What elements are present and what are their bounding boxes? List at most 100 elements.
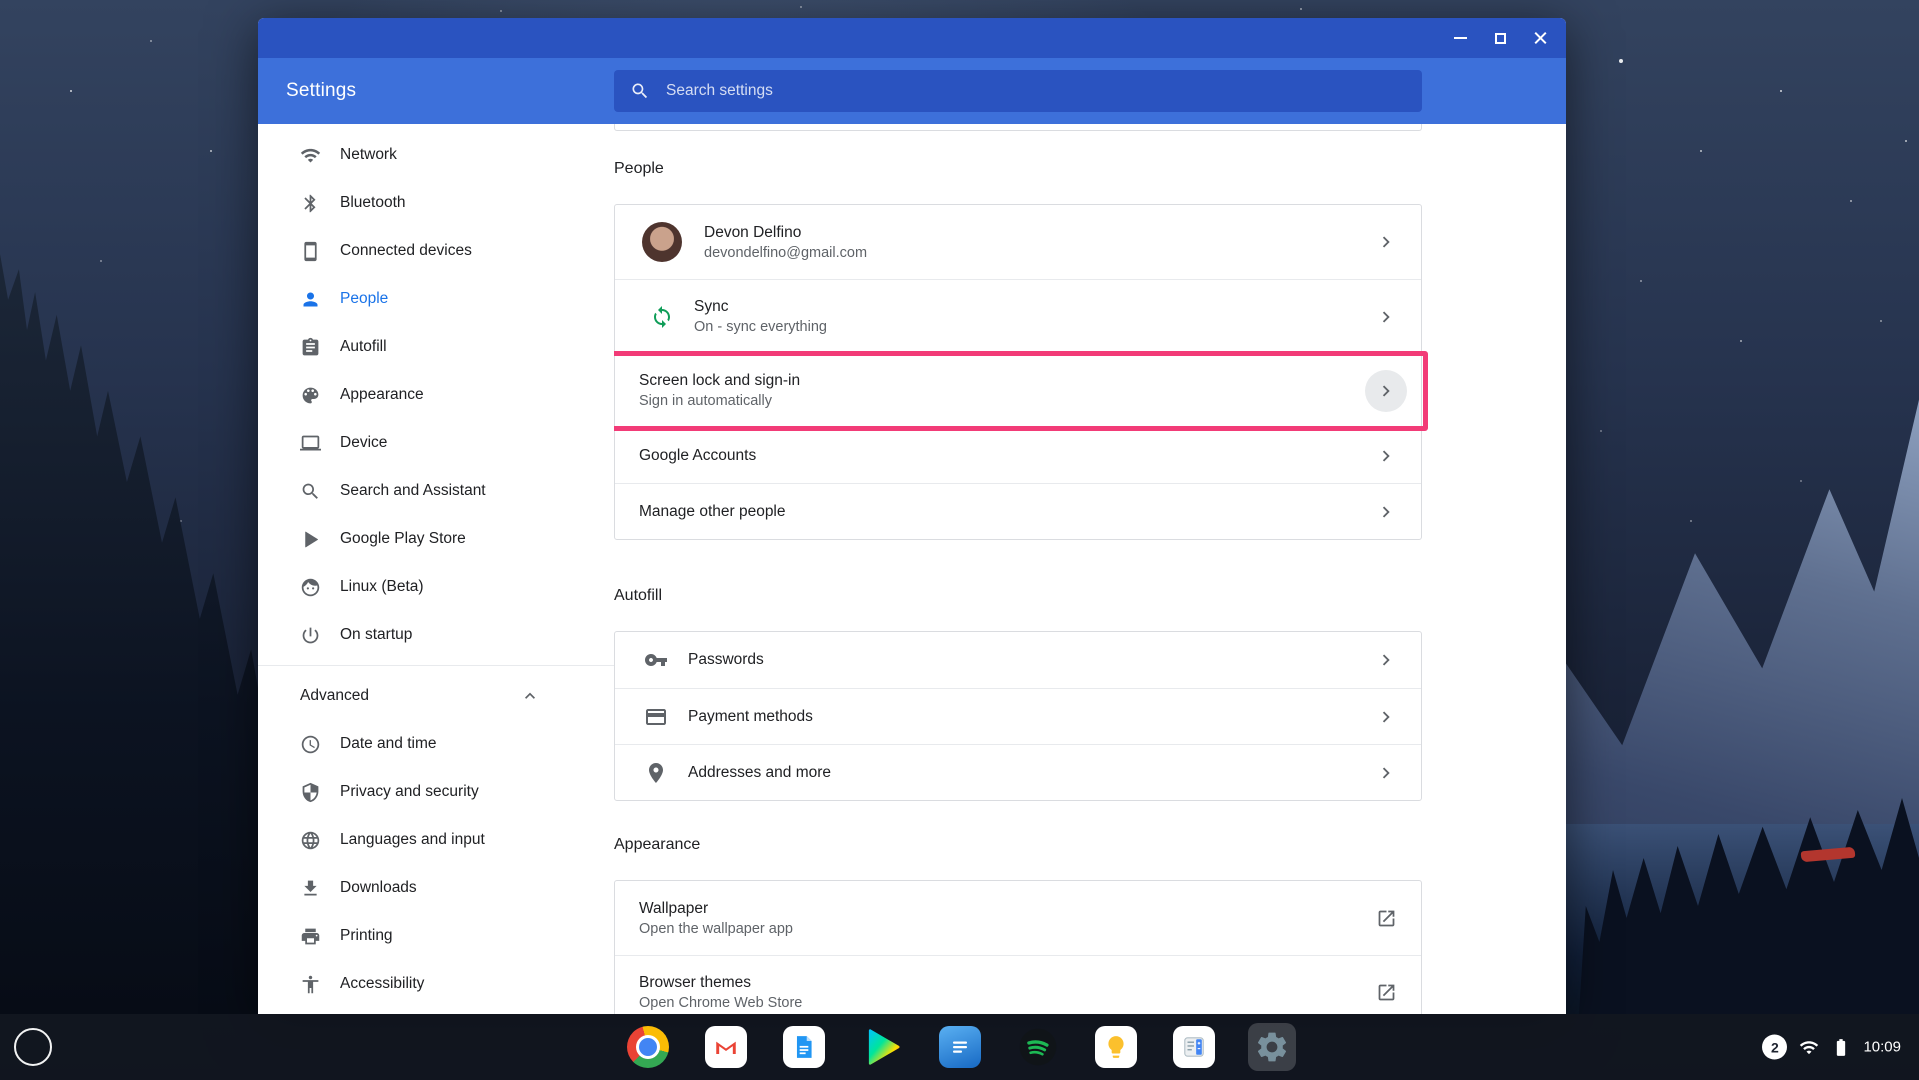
row-title: Google Accounts <box>639 447 756 465</box>
open-in-new-icon <box>1376 982 1397 1003</box>
search-input[interactable] <box>664 81 1406 101</box>
google-accounts-row[interactable]: Google Accounts <box>615 427 1421 483</box>
chevron-right-icon <box>1375 445 1397 467</box>
page-title: Settings <box>258 80 614 102</box>
close-icon <box>1533 31 1548 46</box>
sidebar-item-bluetooth[interactable]: Bluetooth <box>258 179 614 227</box>
row-subtitle: On - sync everything <box>694 319 827 335</box>
maximize-button[interactable] <box>1480 18 1520 58</box>
sidebar-item-autofill[interactable]: Autofill <box>258 323 614 371</box>
download-icon <box>300 878 321 899</box>
notes-app-button[interactable] <box>936 1023 984 1071</box>
account-email: devondelfino@gmail.com <box>704 245 867 261</box>
clock-time: 10:09 <box>1863 1039 1901 1056</box>
globe-icon <box>300 830 321 851</box>
penguin-icon <box>300 577 321 598</box>
shelf: 2 10:09 <box>0 1014 1919 1080</box>
minimize-button[interactable] <box>1440 18 1480 58</box>
settings-app-button[interactable] <box>1248 1023 1296 1071</box>
sidebar-item-date-time[interactable]: Date and time <box>258 720 614 768</box>
stars <box>0 0 2 2</box>
status-area[interactable]: 2 10:09 <box>1762 1035 1901 1060</box>
laptop-icon <box>300 433 321 454</box>
section-heading-autofill: Autofill <box>614 586 1422 605</box>
calculator-app-button[interactable] <box>1170 1023 1218 1071</box>
key-icon <box>644 648 668 672</box>
sidebar-item-people[interactable]: People <box>258 275 614 323</box>
launcher-button[interactable] <box>14 1028 52 1066</box>
play-icon <box>300 529 321 550</box>
sidebar-item-label: Privacy and security <box>340 783 479 801</box>
close-button[interactable] <box>1520 18 1560 58</box>
search-icon <box>630 81 650 101</box>
battery-status-icon <box>1831 1037 1851 1057</box>
settings-content: People Devon Delfino devondelfino@gmail.… <box>614 124 1566 1014</box>
sync-row[interactable]: Sync On - sync everything <box>615 279 1421 353</box>
sidebar-item-label: Autofill <box>340 338 387 356</box>
spotify-icon <box>1017 1026 1059 1068</box>
chrome-app-button[interactable] <box>624 1023 672 1071</box>
sync-icon <box>650 305 674 329</box>
sidebar-item-label: Network <box>340 146 397 164</box>
maximize-icon <box>1495 33 1506 44</box>
sidebar-item-accessibility[interactable]: Accessibility <box>258 960 614 1008</box>
chevron-right-icon <box>1375 762 1397 784</box>
section-heading-appearance: Appearance <box>614 835 1422 854</box>
row-title: Addresses and more <box>688 764 831 782</box>
credit-card-icon <box>644 705 668 729</box>
notification-badge[interactable]: 2 <box>1762 1035 1787 1060</box>
gmail-app-button[interactable] <box>702 1023 750 1071</box>
sidebar-item-appearance[interactable]: Appearance <box>258 371 614 419</box>
notes-app-icon <box>939 1026 981 1068</box>
window-titlebar[interactable] <box>258 18 1566 58</box>
location-pin-icon <box>644 761 668 785</box>
manage-other-people-row[interactable]: Manage other people <box>615 483 1421 539</box>
chevron-right-icon <box>1375 380 1397 402</box>
addresses-row[interactable]: Addresses and more <box>615 744 1421 800</box>
sidebar-divider <box>258 665 614 666</box>
browser-themes-row[interactable]: Browser themes Open Chrome Web Store <box>615 955 1421 1014</box>
sidebar-item-network[interactable]: Network <box>258 131 614 179</box>
play-store-icon <box>861 1026 903 1068</box>
sidebar-item-linux[interactable]: Linux (Beta) <box>258 563 614 611</box>
docs-app-button[interactable] <box>780 1023 828 1071</box>
sidebar: Network Bluetooth Connected devices Peop… <box>258 124 614 1014</box>
sidebar-item-label: Google Play Store <box>340 530 466 548</box>
people-card: Devon Delfino devondelfino@gmail.com Syn… <box>614 204 1422 540</box>
payment-methods-row[interactable]: Payment methods <box>615 688 1421 744</box>
sidebar-item-device[interactable]: Device <box>258 419 614 467</box>
sidebar-item-label: Linux (Beta) <box>340 578 424 596</box>
avatar <box>642 222 682 262</box>
sidebar-item-downloads[interactable]: Downloads <box>258 864 614 912</box>
passwords-row[interactable]: Passwords <box>615 632 1421 688</box>
sidebar-item-play-store[interactable]: Google Play Store <box>258 515 614 563</box>
sidebar-item-languages-input[interactable]: Languages and input <box>258 816 614 864</box>
gmail-icon <box>705 1026 747 1068</box>
palette-icon <box>300 385 321 406</box>
sidebar-item-search-assistant[interactable]: Search and Assistant <box>258 467 614 515</box>
row-subtitle: Sign in automatically <box>639 393 800 409</box>
sidebar-item-connected-devices[interactable]: Connected devices <box>258 227 614 275</box>
sidebar-item-printing[interactable]: Printing <box>258 912 614 960</box>
play-store-app-button[interactable] <box>858 1023 906 1071</box>
person-icon <box>300 289 321 310</box>
printer-icon <box>300 926 321 947</box>
sidebar-item-privacy-security[interactable]: Privacy and security <box>258 768 614 816</box>
sidebar-item-label: People <box>340 290 388 308</box>
smartphone-icon <box>300 241 321 262</box>
account-row[interactable]: Devon Delfino devondelfino@gmail.com <box>615 205 1421 279</box>
wallpaper-row[interactable]: Wallpaper Open the wallpaper app <box>615 881 1421 955</box>
sidebar-item-on-startup[interactable]: On startup <box>258 611 614 659</box>
sidebar-advanced-toggle[interactable]: Advanced <box>258 672 614 720</box>
chevron-up-icon <box>520 686 540 706</box>
keep-app-button[interactable] <box>1092 1023 1140 1071</box>
row-title: Manage other people <box>639 503 786 521</box>
sidebar-item-label: Connected devices <box>340 242 472 260</box>
sidebar-item-label: Accessibility <box>340 975 424 993</box>
calculator-icon <box>1173 1026 1215 1068</box>
spotify-app-button[interactable] <box>1014 1023 1062 1071</box>
screen-lock-row[interactable]: Screen lock and sign-in Sign in automati… <box>615 353 1421 427</box>
settings-window: Settings Network Bluetooth Connected dev… <box>258 18 1566 1014</box>
row-title: Screen lock and sign-in <box>639 372 800 390</box>
search-bar[interactable] <box>614 70 1422 112</box>
